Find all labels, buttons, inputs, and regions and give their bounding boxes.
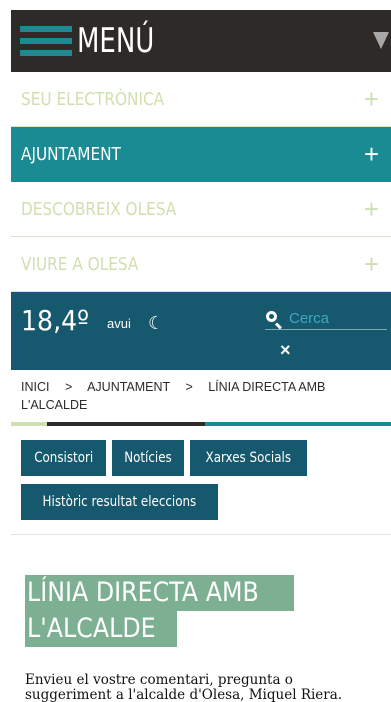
tab-label: Històric resultat eleccions — [42, 494, 197, 510]
hamburger-menu-icon[interactable] — [11, 10, 73, 72]
search-icon[interactable] — [265, 310, 283, 328]
breadcrumb-separator: > — [64, 380, 73, 394]
tab-noticies[interactable]: Notícies — [112, 440, 185, 476]
plus-icon[interactable]: + — [364, 196, 379, 222]
plus-icon[interactable]: + — [364, 86, 379, 112]
search-input[interactable] — [289, 310, 379, 327]
page-title: LÍNIA DIRECTA AMB L'ALCALDE — [25, 575, 391, 647]
divider — [11, 534, 391, 535]
menu-item-label: AJUNTAMENT — [21, 143, 121, 165]
breadcrumb: INICI > AJUNTAMENT > LÍNIA DIRECTA AMB L… — [11, 370, 391, 422]
breadcrumb-separator: > — [185, 380, 193, 394]
tab-historic-resultat-eleccions[interactable]: Històric resultat eleccions — [21, 484, 218, 520]
breadcrumb-item-ajuntament[interactable]: AJUNTAMENT — [87, 380, 170, 394]
page: MENÚ SEU ELECTRÒNICA + AJUNTAMENT + DESC… — [11, 10, 391, 702]
menu-item-label: DESCOBREIX OLESA — [21, 198, 177, 220]
menu-item-seu-electronica[interactable]: SEU ELECTRÒNICA + — [11, 72, 391, 127]
page-title-line-1: LÍNIA DIRECTA AMB — [25, 575, 295, 611]
weather-moon-icon: ☾ — [148, 313, 165, 333]
weather-search-bar: 18,4º avui ☾ × — [11, 292, 391, 370]
intro-text: Envieu el vostre comentari, pregunta o s… — [25, 672, 343, 702]
menu-item-ajuntament[interactable]: AJUNTAMENT + — [11, 127, 391, 182]
color-divider-bar — [11, 422, 391, 426]
day-label: avui — [107, 316, 131, 331]
plus-icon[interactable]: + — [364, 251, 379, 277]
tab-label: Consistori — [34, 450, 94, 466]
search-box[interactable] — [265, 308, 387, 330]
menu-title[interactable]: MENÚ — [77, 21, 154, 61]
section-tabs: Consistori Notícies Xarxes Socials Histò… — [11, 426, 391, 520]
menu-header[interactable]: MENÚ — [11, 10, 391, 72]
tab-consistori[interactable]: Consistori — [21, 440, 107, 476]
tab-xarxes-socials[interactable]: Xarxes Socials — [190, 440, 307, 476]
page-title-line-2: L'ALCALDE — [25, 611, 178, 647]
caret-down-icon[interactable] — [373, 32, 389, 49]
menu-item-label: VIURE A OLESA — [21, 253, 139, 275]
menu-item-descobreix-olesa[interactable]: DESCOBREIX OLESA + — [11, 182, 391, 237]
temperature: 18,4º — [21, 304, 89, 337]
tab-label: Notícies — [124, 450, 173, 466]
menu-item-viure-a-olesa[interactable]: VIURE A OLESA + — [11, 237, 391, 292]
breadcrumb-item-inici[interactable]: INICI — [21, 380, 49, 394]
menu-item-label: SEU ELECTRÒNICA — [21, 88, 165, 110]
plus-icon[interactable]: + — [364, 141, 379, 167]
tab-label: Xarxes Socials — [205, 450, 292, 466]
close-icon[interactable]: × — [280, 340, 291, 361]
